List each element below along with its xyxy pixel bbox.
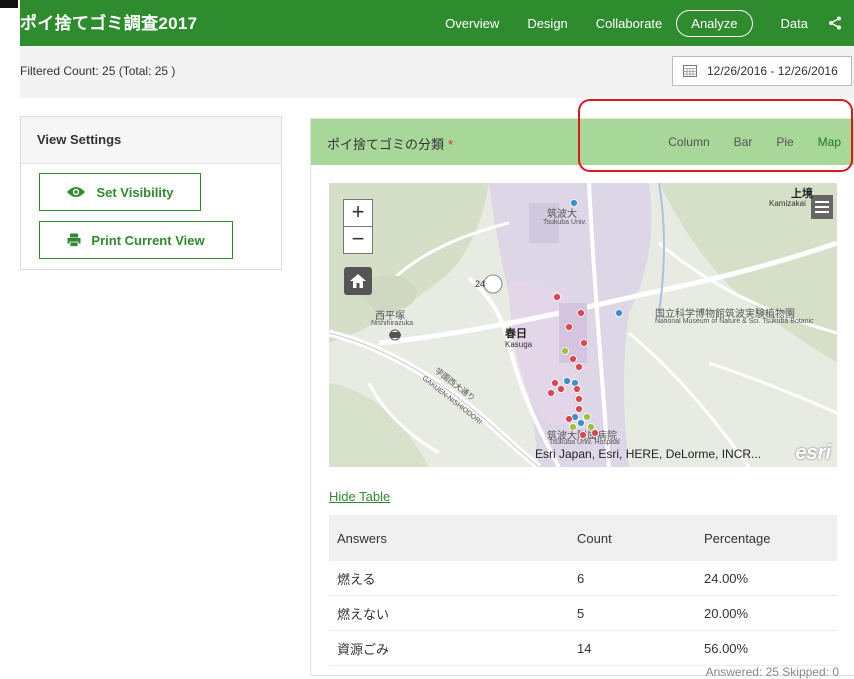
annotation-highlight <box>578 99 853 172</box>
eye-icon <box>67 187 86 197</box>
esri-logo: esri <box>795 442 831 464</box>
question-title-text: ポイ捨てゴミの分類 <box>327 137 445 152</box>
survey-point[interactable] <box>577 309 585 317</box>
set-visibility-label: Set Visibility <box>96 184 174 200</box>
table-row: 燃える 6 24.00% <box>329 561 837 596</box>
survey-point[interactable] <box>579 431 587 439</box>
answer-cell: 燃える <box>329 561 569 596</box>
percentage-cell: 56.00% <box>696 630 837 666</box>
survey-point[interactable] <box>575 405 583 413</box>
survey-point[interactable] <box>561 347 569 355</box>
answer-cell: 資源ごみ <box>329 630 569 666</box>
date-range-button[interactable]: 12/26/2016 - 12/26/2016 <box>672 56 852 86</box>
col-percentage: Percentage <box>696 515 837 561</box>
col-answers: Answers <box>329 515 569 561</box>
filter-bar: Filtered Count: 25 (Total: 25 ) 12/26/20… <box>20 46 854 98</box>
answers-table: Answers Count Percentage 燃える 6 24.00% 燃え… <box>329 515 837 666</box>
hide-table-link[interactable]: Hide Table <box>329 489 390 504</box>
share-icon[interactable] <box>826 16 844 30</box>
table-row: 資源ごみ 14 56.00% <box>329 630 837 666</box>
count-cell: 14 <box>569 630 696 666</box>
answer-cell: 燃えない <box>329 595 569 631</box>
survey-point[interactable] <box>575 363 583 371</box>
survey-point[interactable] <box>575 395 583 403</box>
survey-point[interactable] <box>557 385 565 393</box>
survey-point[interactable] <box>565 323 573 331</box>
question-title: ポイ捨てゴミの分類 * <box>327 134 453 153</box>
survey-point[interactable] <box>565 415 573 423</box>
view-settings-panel: View Settings Set Visibility Print Curre… <box>20 116 282 270</box>
nav-collaborate[interactable]: Collaborate <box>596 16 663 31</box>
view-settings-header: View Settings <box>21 117 281 164</box>
map-view[interactable]: + − 筑波大 Tsukuba Univ. 上境 Kamizakai 24 西平… <box>329 183 837 467</box>
date-range-label: 12/26/2016 - 12/26/2016 <box>707 64 838 78</box>
filtered-count: Filtered Count: 25 (Total: 25 ) <box>20 64 176 78</box>
survey-point[interactable] <box>591 429 599 437</box>
nav-analyze[interactable]: Analyze <box>676 9 753 37</box>
required-mark: * <box>448 137 454 152</box>
survey-point[interactable] <box>583 413 591 421</box>
survey-point[interactable] <box>580 339 588 347</box>
survey-point[interactable] <box>573 385 581 393</box>
question-card: ポイ捨てゴミの分類 * Column Bar Pie Map + − 筑波大 T… <box>310 118 854 679</box>
survey-point[interactable] <box>563 377 571 385</box>
calendar-icon <box>683 65 697 77</box>
nav-overview[interactable]: Overview <box>445 16 499 31</box>
count-cell: 6 <box>569 561 696 596</box>
survey-points-layer <box>547 199 623 439</box>
percentage-cell: 20.00% <box>696 595 837 631</box>
set-visibility-button[interactable]: Set Visibility <box>39 173 201 211</box>
nav-design[interactable]: Design <box>527 16 567 31</box>
map-attribution: Esri Japan, Esri, HERE, DeLorme, INCR... <box>535 447 761 461</box>
top-bar: ポイ捨てゴミ調査2017 Overview Design Collaborate… <box>20 0 854 46</box>
count-cell: 5 <box>569 595 696 631</box>
survey-point[interactable] <box>553 293 561 301</box>
answered-summary: Answered: 25 Skipped: 0 <box>705 665 839 679</box>
survey-point[interactable] <box>551 379 559 387</box>
left-edge <box>0 0 20 674</box>
printer-icon <box>67 233 81 247</box>
survey-point[interactable] <box>570 199 578 207</box>
percentage-cell: 24.00% <box>696 561 837 596</box>
print-view-label: Print Current View <box>91 232 205 248</box>
survey-point[interactable] <box>615 309 623 317</box>
survey-point[interactable] <box>577 419 585 427</box>
app-title: ポイ捨てゴミ調査2017 <box>20 14 198 33</box>
survey-point[interactable] <box>569 423 577 431</box>
corner-mark <box>0 0 18 8</box>
main-nav: Overview Design Collaborate Analyze Data <box>417 0 854 46</box>
attribution-text: Esri Japan, Esri, HERE, DeLorme, INCR... <box>535 447 762 461</box>
print-view-button[interactable]: Print Current View <box>39 221 233 259</box>
table-header-row: Answers Count Percentage <box>329 515 837 561</box>
survey-point[interactable] <box>569 355 577 363</box>
survey-point[interactable] <box>547 389 555 397</box>
col-count: Count <box>569 515 696 561</box>
nav-data[interactable]: Data <box>781 16 808 31</box>
table-row: 燃えない 5 20.00% <box>329 595 837 631</box>
